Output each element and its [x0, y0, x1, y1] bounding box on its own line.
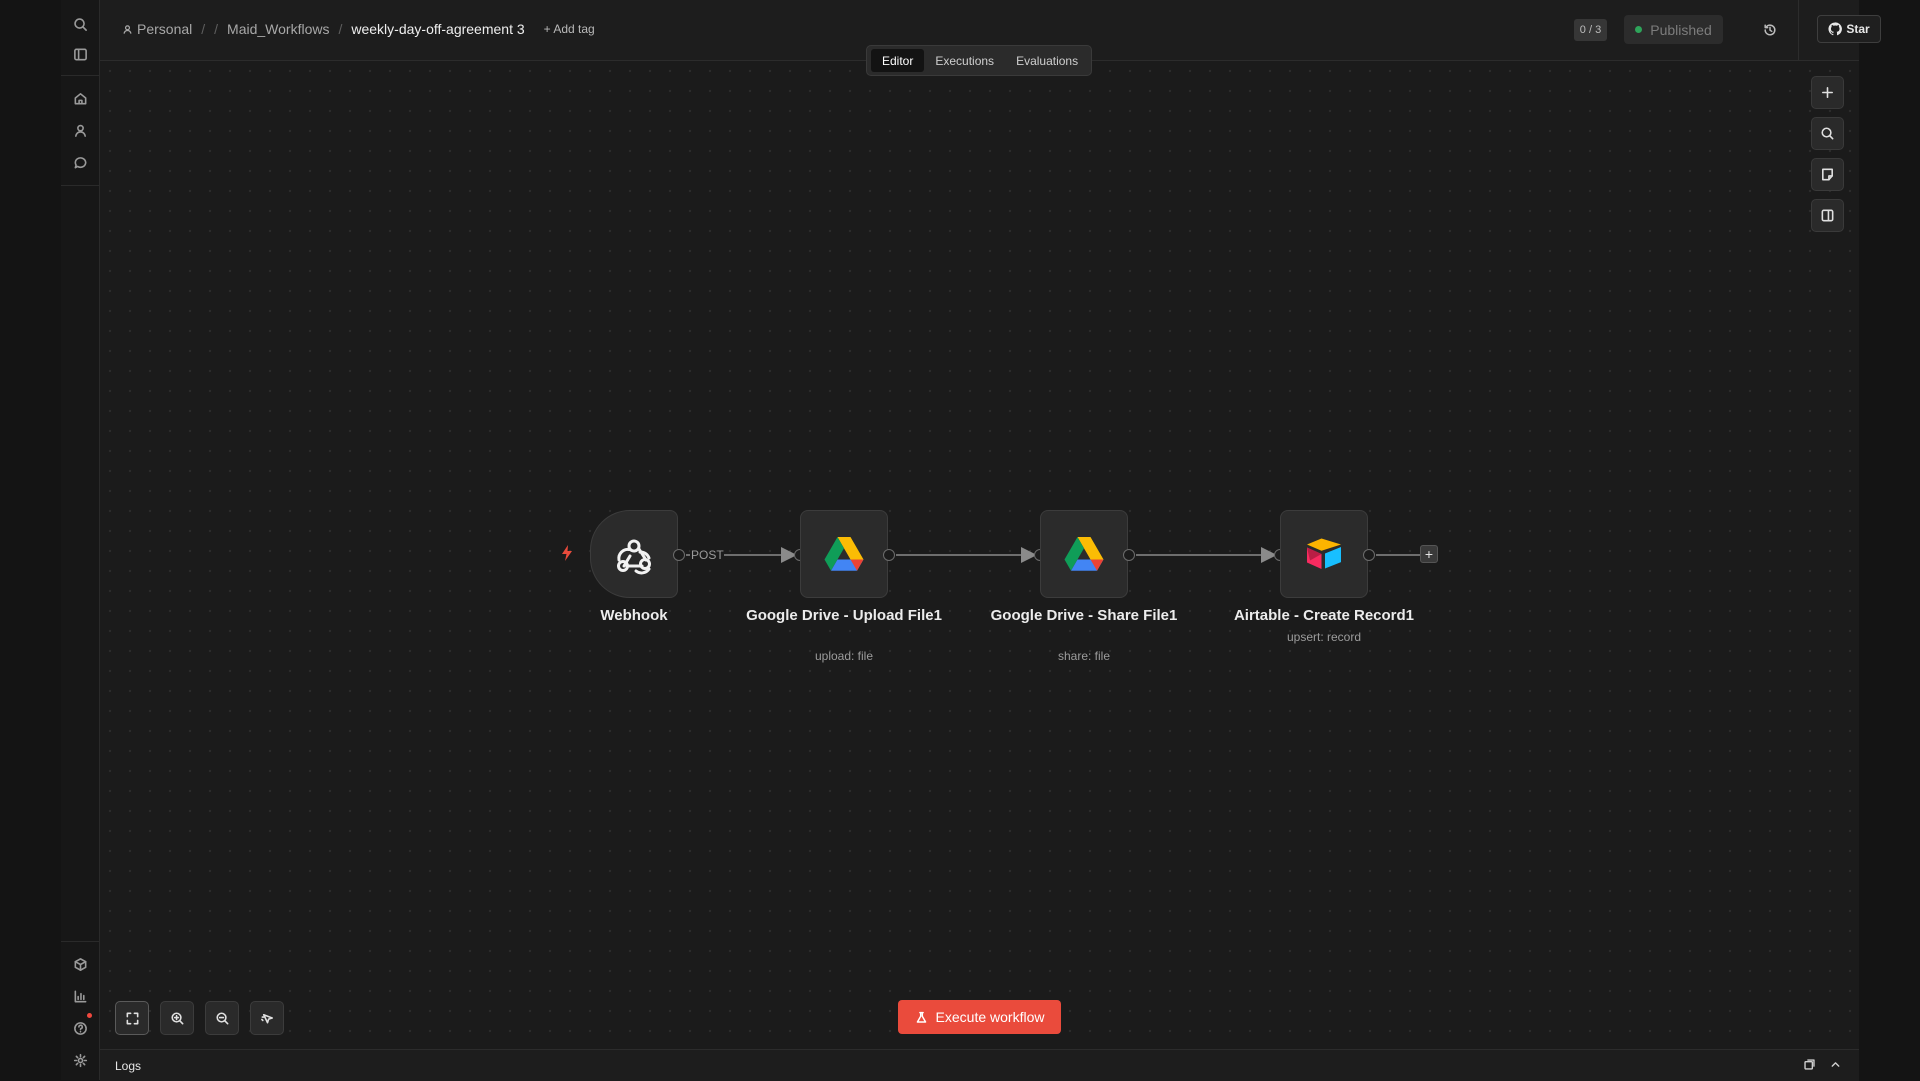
breadcrumb-project[interactable]: Personal: [137, 21, 192, 37]
add-tag-button[interactable]: + Add tag: [544, 22, 595, 36]
published-toggle[interactable]: Published: [1624, 15, 1723, 44]
node-subtitle: upsert: record: [1286, 630, 1362, 644]
output-handle[interactable]: [883, 549, 895, 561]
node-airtable[interactable]: [1280, 510, 1368, 598]
logs-panel[interactable]: Logs: [100, 1049, 1859, 1081]
fit-view-icon: [126, 1012, 138, 1024]
search-nodes-button[interactable]: [1811, 117, 1844, 150]
add-node-button[interactable]: [1811, 76, 1844, 109]
plus-icon: [1822, 87, 1833, 98]
help-icon[interactable]: [68, 1016, 92, 1040]
execute-workflow-label: Execute workflow: [935, 1009, 1045, 1025]
templates-icon[interactable]: [68, 952, 92, 976]
output-handle[interactable]: [1123, 549, 1135, 561]
panel-icon: [1821, 209, 1834, 222]
breadcrumb-folder[interactable]: Maid_Workflows: [227, 21, 329, 37]
notification-dot: [87, 1013, 92, 1018]
logs-label: Logs: [115, 1059, 142, 1073]
github-star-button[interactable]: Star: [1817, 15, 1881, 43]
star-label: Star: [1846, 22, 1870, 36]
node-google-drive-upload[interactable]: [800, 510, 888, 598]
zoom-out-icon: [215, 1011, 228, 1024]
home-icon[interactable]: [68, 86, 92, 110]
airtable-icon: [1307, 538, 1341, 569]
cursor-sparkle-icon: [260, 1013, 273, 1024]
output-handle[interactable]: [1363, 549, 1375, 561]
workflow-canvas[interactable]: [100, 61, 1859, 1049]
trigger-bolt-icon: [562, 545, 572, 561]
sticky-note-button[interactable]: [1811, 158, 1844, 191]
flask-icon: [916, 1011, 926, 1023]
zoom-in-button[interactable]: [160, 1001, 194, 1035]
breadcrumb: Personal / / Maid_Workflows / weekly-day…: [122, 21, 595, 37]
tab-executions[interactable]: Executions: [924, 49, 1005, 72]
add-next-node-button[interactable]: +: [1420, 545, 1438, 563]
counter-badge: 0 / 3: [1574, 19, 1607, 41]
node-label: Webhook: [600, 607, 668, 624]
tidy-up-button[interactable]: [250, 1001, 284, 1035]
zoom-to-fit-button[interactable]: [115, 1001, 149, 1035]
github-icon: [1828, 22, 1843, 36]
node-subtitle: upload: file: [814, 649, 874, 663]
node-label: Google Drive - Share File1: [990, 607, 1178, 624]
sticky-note-icon: [1822, 168, 1833, 181]
sidebar: [61, 0, 100, 1080]
output-handle[interactable]: [673, 549, 685, 561]
settings-gear-icon[interactable]: [68, 1048, 92, 1072]
webhook-icon: [617, 539, 651, 575]
chat-icon[interactable]: [68, 150, 92, 174]
tab-editor[interactable]: Editor: [871, 49, 925, 72]
person-icon: [122, 21, 133, 37]
insights-chart-icon[interactable]: [68, 984, 92, 1008]
node-subtitle: share: file: [1057, 649, 1111, 663]
workflow-name[interactable]: weekly-day-off-agreement 3: [351, 21, 524, 37]
sidebar-toggle-icon[interactable]: [68, 42, 92, 66]
zoom-out-button[interactable]: [205, 1001, 239, 1035]
status-dot: [1635, 26, 1643, 33]
chevron-up-icon[interactable]: [1829, 1058, 1843, 1072]
zoom-in-icon: [170, 1011, 183, 1024]
side-panel-button[interactable]: [1811, 199, 1844, 232]
pop-out-icon[interactable]: [1803, 1058, 1817, 1072]
node-webhook[interactable]: [590, 510, 678, 598]
execute-workflow-button[interactable]: Execute workflow: [898, 1000, 1061, 1034]
node-label: Google Drive - Upload File1: [746, 607, 942, 624]
search-icon: [1821, 127, 1834, 140]
google-drive-icon: [824, 537, 864, 571]
node-label: Airtable - Create Record1: [1233, 607, 1415, 624]
history-icon[interactable]: [1761, 21, 1779, 39]
tab-evaluations[interactable]: Evaluations: [1005, 49, 1089, 72]
search-icon[interactable]: [68, 12, 92, 36]
user-icon[interactable]: [68, 118, 92, 142]
view-tabs: Editor Executions Evaluations: [866, 45, 1092, 76]
node-google-drive-share[interactable]: [1040, 510, 1128, 598]
google-drive-icon: [1064, 537, 1104, 571]
published-label: Published: [1650, 21, 1712, 38]
